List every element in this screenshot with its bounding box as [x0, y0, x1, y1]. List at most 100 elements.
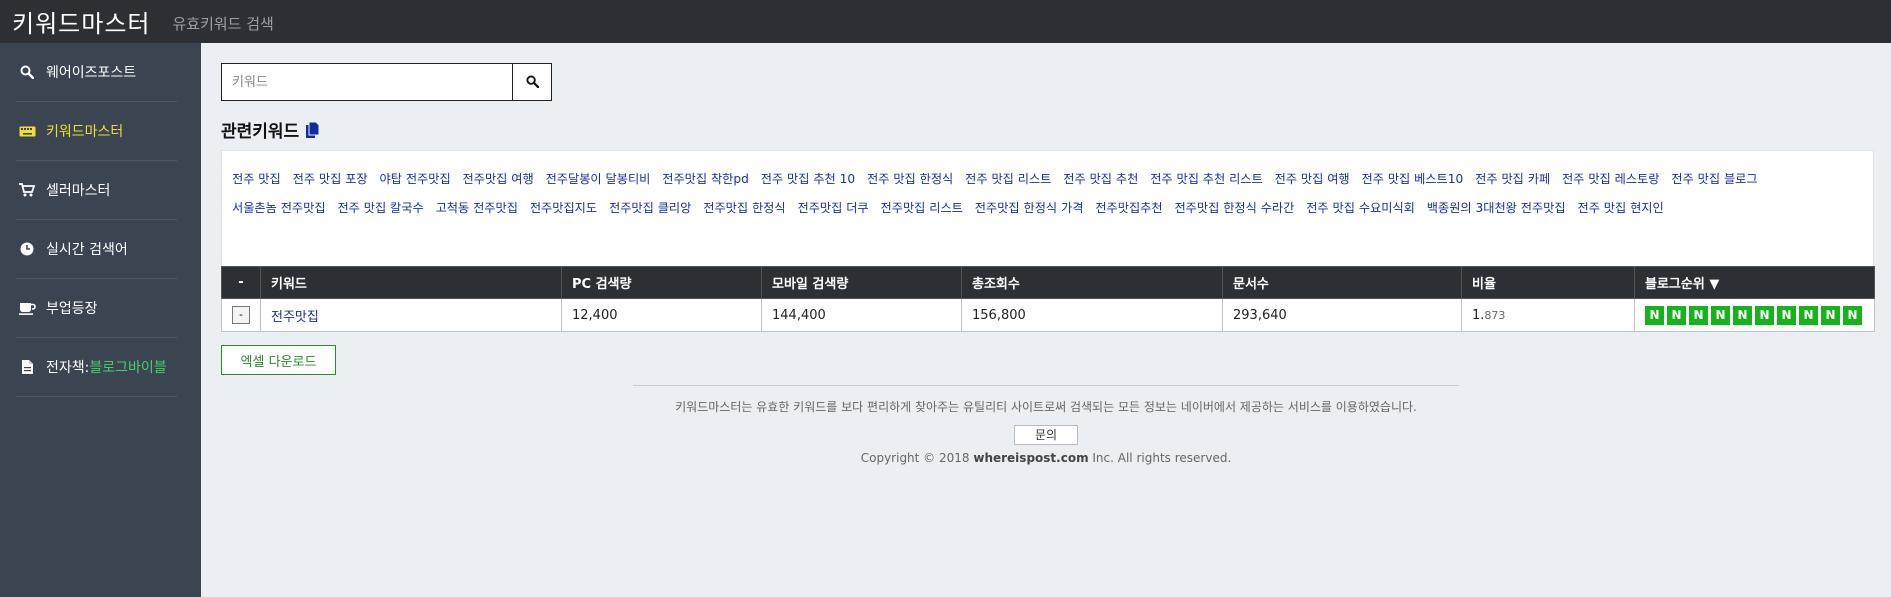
related-keyword-link[interactable]: 전주달봉이 달봉티비 [546, 172, 651, 186]
sidebar-item-ebook[interactable]: 전자책: 블로그바이블 [16, 338, 177, 397]
copy-icon[interactable] [306, 121, 320, 138]
related-keyword-link[interactable]: 전주 맛집 [232, 172, 281, 186]
naver-rank-badge[interactable]: N [1667, 305, 1686, 325]
mobile-volume-cell: 144,400 [761, 298, 962, 332]
col-pc-volume: PC 검색량 [561, 266, 762, 299]
naver-rank-badge[interactable]: N [1843, 305, 1862, 325]
keyword-table: - 키워드 PC 검색량 모바일 검색량 총조회수 문서수 비율 블로그순위 ▼… [221, 266, 1875, 332]
copyright-prefix: Copyright © 2018 [860, 451, 974, 465]
related-keyword-link[interactable]: 고척동 전주맛집 [436, 201, 518, 215]
col-total-views: 총조회수 [961, 266, 1223, 299]
naver-rank-badge[interactable]: N [1755, 305, 1774, 325]
search-icon [525, 73, 539, 92]
footer-divider [633, 385, 1459, 386]
naver-rank-badge[interactable]: N [1821, 305, 1840, 325]
related-keyword-link[interactable]: 전주 맛집 추천 [1063, 172, 1138, 186]
related-keyword-link[interactable]: 전주 맛집 레스토랑 [1562, 172, 1659, 186]
related-keywords-title: 관련키워드 [221, 122, 300, 142]
ratio-cell: 1.873 [1461, 298, 1635, 332]
cart-icon [16, 183, 38, 197]
blog-rank-badges: NNNNNNNNNN [1645, 305, 1864, 325]
related-keyword-link[interactable]: 전주 맛집 수요미식회 [1306, 201, 1415, 215]
search-icon [16, 65, 38, 79]
related-keyword-link[interactable]: 전주 맛집 카페 [1475, 172, 1550, 186]
col-doc-count: 문서수 [1222, 266, 1462, 299]
keyword-table-wrap: - 키워드 PC 검색량 모바일 검색량 총조회수 문서수 비율 블로그순위 ▼… [221, 266, 1875, 332]
file-icon [16, 360, 38, 374]
related-keyword-link[interactable]: 전주 맛집 추천 10 [761, 172, 855, 186]
related-keywords-heading: 관련키워드 [221, 117, 320, 142]
related-keyword-link[interactable]: 전주맛집 리스트 [881, 201, 963, 215]
coffee-icon [16, 302, 38, 315]
remove-row-button[interactable]: - [232, 306, 250, 324]
related-keyword-link[interactable]: 전주맛집추천 [1095, 201, 1162, 215]
sidebar-item-label: 셀러마스터 [46, 183, 111, 199]
related-keyword-link[interactable]: 전주 맛집 베스트10 [1362, 172, 1464, 186]
sidebar-item-label: 부업등장 [46, 301, 98, 317]
related-keyword-link[interactable]: 전주맛집 한정식 가격 [975, 201, 1084, 215]
sidebar-item-sellermaster[interactable]: 셀러마스터 [16, 161, 177, 220]
related-keyword-link[interactable]: 전주맛집 한정식 [703, 201, 785, 215]
sidebar-item-realtime-search[interactable]: 실시간 검색어 [16, 220, 177, 279]
related-keyword-link[interactable]: 전주맛집 한정식 수라간 [1174, 201, 1294, 215]
table-header-row: - 키워드 PC 검색량 모바일 검색량 총조회수 문서수 비율 블로그순위 ▼ [221, 266, 1875, 299]
naver-rank-badge[interactable]: N [1689, 305, 1708, 325]
copyright-domain[interactable]: whereispost.com [973, 451, 1088, 465]
related-keyword-link[interactable]: 전주 맛집 추천 리스트 [1150, 172, 1263, 186]
naver-rank-badge[interactable]: N [1711, 305, 1730, 325]
sidebar-item-label: 웨어이즈포스트 [46, 65, 137, 81]
sidebar-item-label: 전자책: [46, 360, 90, 376]
ratio-decimal: 873 [1484, 308, 1506, 322]
sidebar: 웨어이즈포스트 키워드마스터 셀러마스터 실시간 검색어 부업등장 전자책: 블… [0, 43, 201, 597]
related-keyword-link[interactable]: 전주 맛집 칼국수 [337, 201, 423, 215]
related-keyword-link[interactable]: 서울촌놈 전주맛집 [232, 201, 326, 215]
naver-rank-badge[interactable]: N [1799, 305, 1818, 325]
row-toggle-cell: - [221, 298, 261, 332]
copyright-suffix: Inc. All rights reserved. [1088, 451, 1232, 465]
related-keyword-link[interactable]: 전주 맛집 리스트 [965, 172, 1051, 186]
excel-download-button[interactable]: 엑셀 다운로드 [221, 345, 336, 375]
table-row: - 전주맛집 12,400 144,400 156,800 293,640 1.… [221, 298, 1875, 332]
sidebar-item-side-job[interactable]: 부업등장 [16, 279, 177, 338]
related-keyword-link[interactable]: 전주 맛집 여행 [1275, 172, 1350, 186]
related-keyword-link[interactable]: 전주맛집 여행 [463, 172, 534, 186]
contact-button[interactable]: 문의 [1014, 425, 1078, 445]
ratio-integer: 1. [1472, 307, 1485, 323]
related-keyword-link[interactable]: 야탑 전주맛집 [380, 172, 451, 186]
brand-subtitle: 유효키워드 검색 [172, 15, 274, 33]
col-toggle: - [221, 266, 261, 299]
related-keyword-link[interactable]: 전주 맛집 블로그 [1671, 172, 1757, 186]
sidebar-item-label: 키워드마스터 [46, 124, 124, 140]
search-bar [221, 63, 552, 101]
sidebar-item-keywordmaster[interactable]: 키워드마스터 [16, 102, 177, 161]
related-keyword-link[interactable]: 전주맛집 착한pd [662, 172, 749, 186]
total-views-cell: 156,800 [961, 298, 1223, 332]
col-keyword: 키워드 [260, 266, 562, 299]
related-keyword-link[interactable]: 전주 맛집 현지인 [1577, 201, 1663, 215]
naver-rank-badge[interactable]: N [1777, 305, 1796, 325]
footer: 키워드마스터는 유효한 키워드를 보다 편리하게 찾아주는 유틸리티 사이트로써… [201, 385, 1891, 465]
search-button[interactable] [512, 63, 552, 101]
related-keyword-link[interactable]: 전주맛집 클리앙 [609, 201, 691, 215]
naver-rank-badge[interactable]: N [1733, 305, 1752, 325]
col-mobile-volume: 모바일 검색량 [761, 266, 962, 299]
keyword-cell: 전주맛집 [260, 298, 562, 332]
footer-description: 키워드마스터는 유효한 키워드를 보다 편리하게 찾아주는 유틸리티 사이트로써… [675, 400, 1417, 414]
sidebar-item-whereispost[interactable]: 웨어이즈포스트 [16, 43, 177, 102]
related-keyword-link[interactable]: 전주 맛집 한정식 [867, 172, 953, 186]
clock-icon [16, 242, 38, 256]
brand-logo[interactable]: 키워드마스터 [0, 4, 150, 39]
top-navbar: 키워드마스터 유효키워드 검색 [0, 0, 1891, 43]
related-keyword-link[interactable]: 전주 맛집 포장 [293, 172, 368, 186]
naver-rank-badge[interactable]: N [1645, 305, 1664, 325]
related-keyword-link[interactable]: 전주맛집 더쿠 [797, 201, 868, 215]
search-input[interactable] [221, 63, 512, 101]
related-keyword-link[interactable]: 백종원의 3대천왕 전주맛집 [1427, 201, 1566, 215]
related-keyword-link[interactable]: 전주맛집지도 [530, 201, 597, 215]
main-content: 관련키워드 전주 맛집 전주 맛집 포장 야탑 전주맛집 전주맛집 여행 전주달… [201, 43, 1891, 597]
keyword-link[interactable]: 전주맛집 [271, 310, 319, 325]
col-blog-rank[interactable]: 블로그순위 ▼ [1634, 266, 1875, 299]
pc-volume-cell: 12,400 [561, 298, 762, 332]
sidebar-item-label: 실시간 검색어 [46, 242, 128, 258]
blog-rank-cell: NNNNNNNNNN [1634, 298, 1875, 332]
